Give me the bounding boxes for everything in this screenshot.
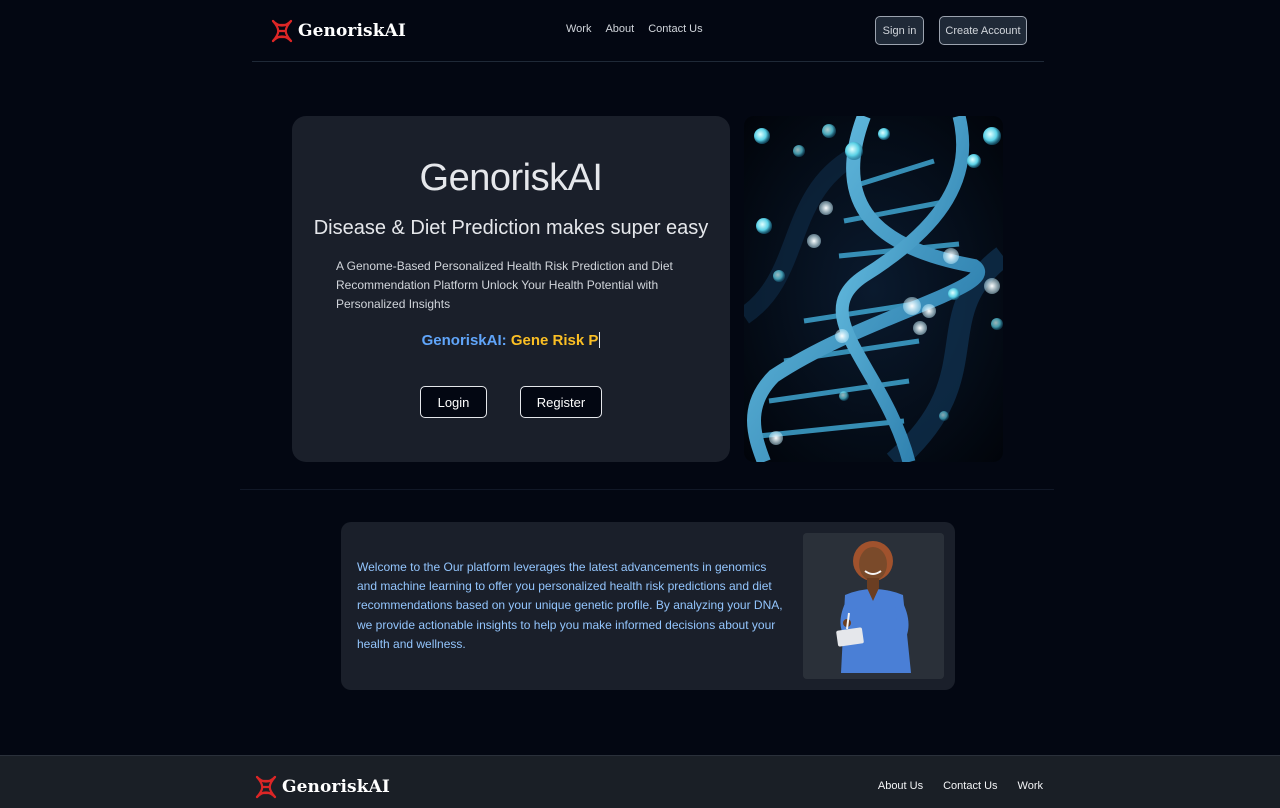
footer-brand-logo[interactable]: GenoriskAI <box>254 774 390 800</box>
footer-nav-about-us[interactable]: About Us <box>878 780 923 792</box>
typing-prefix: GenoriskAI: <box>421 332 507 349</box>
section-divider <box>240 489 1054 490</box>
dna-helix-icon <box>271 19 293 43</box>
hero-card: GenoriskAI Disease & Diet Prediction mak… <box>292 116 730 462</box>
login-button[interactable]: Login <box>420 386 487 418</box>
dna-helix-icon <box>255 775 277 799</box>
footer-nav: About Us Contact Us Work <box>878 780 1043 792</box>
doctor-portrait-image <box>803 533 944 679</box>
welcome-card: Welcome to the Our platform leverages th… <box>341 522 955 690</box>
hero-subtitle: Disease & Diet Prediction makes super ea… <box>313 217 709 239</box>
hero-description: A Genome-Based Personalized Health Risk … <box>336 259 673 311</box>
typing-headline: GenoriskAI: Gene Risk P <box>292 332 730 349</box>
hero-title: GenoriskAI <box>419 157 603 199</box>
welcome-text: Welcome to the Our platform leverages th… <box>357 560 783 651</box>
dna-double-helix-image <box>744 116 1003 462</box>
footer-nav-contact-us[interactable]: Contact Us <box>943 780 997 792</box>
footer-brand-name: GenoriskAI <box>282 777 390 797</box>
nav-work[interactable]: Work <box>566 23 591 35</box>
brand-logo[interactable]: GenoriskAI <box>270 18 406 44</box>
typing-caret <box>599 332 601 348</box>
main-nav: Work About Contact Us <box>566 23 703 35</box>
sign-in-button[interactable]: Sign in <box>875 16 924 45</box>
brand-name: GenoriskAI <box>298 21 406 41</box>
create-account-button[interactable]: Create Account <box>939 16 1027 45</box>
footer: GenoriskAI About Us Contact Us Work <box>0 755 1280 808</box>
footer-nav-work[interactable]: Work <box>1018 780 1043 792</box>
typing-word: Gene Risk P <box>510 332 599 349</box>
top-navbar: GenoriskAI Work About Contact Us Sign in… <box>252 0 1044 62</box>
nav-contact-us[interactable]: Contact Us <box>648 23 702 35</box>
register-button[interactable]: Register <box>520 386 602 418</box>
nav-about[interactable]: About <box>605 23 634 35</box>
